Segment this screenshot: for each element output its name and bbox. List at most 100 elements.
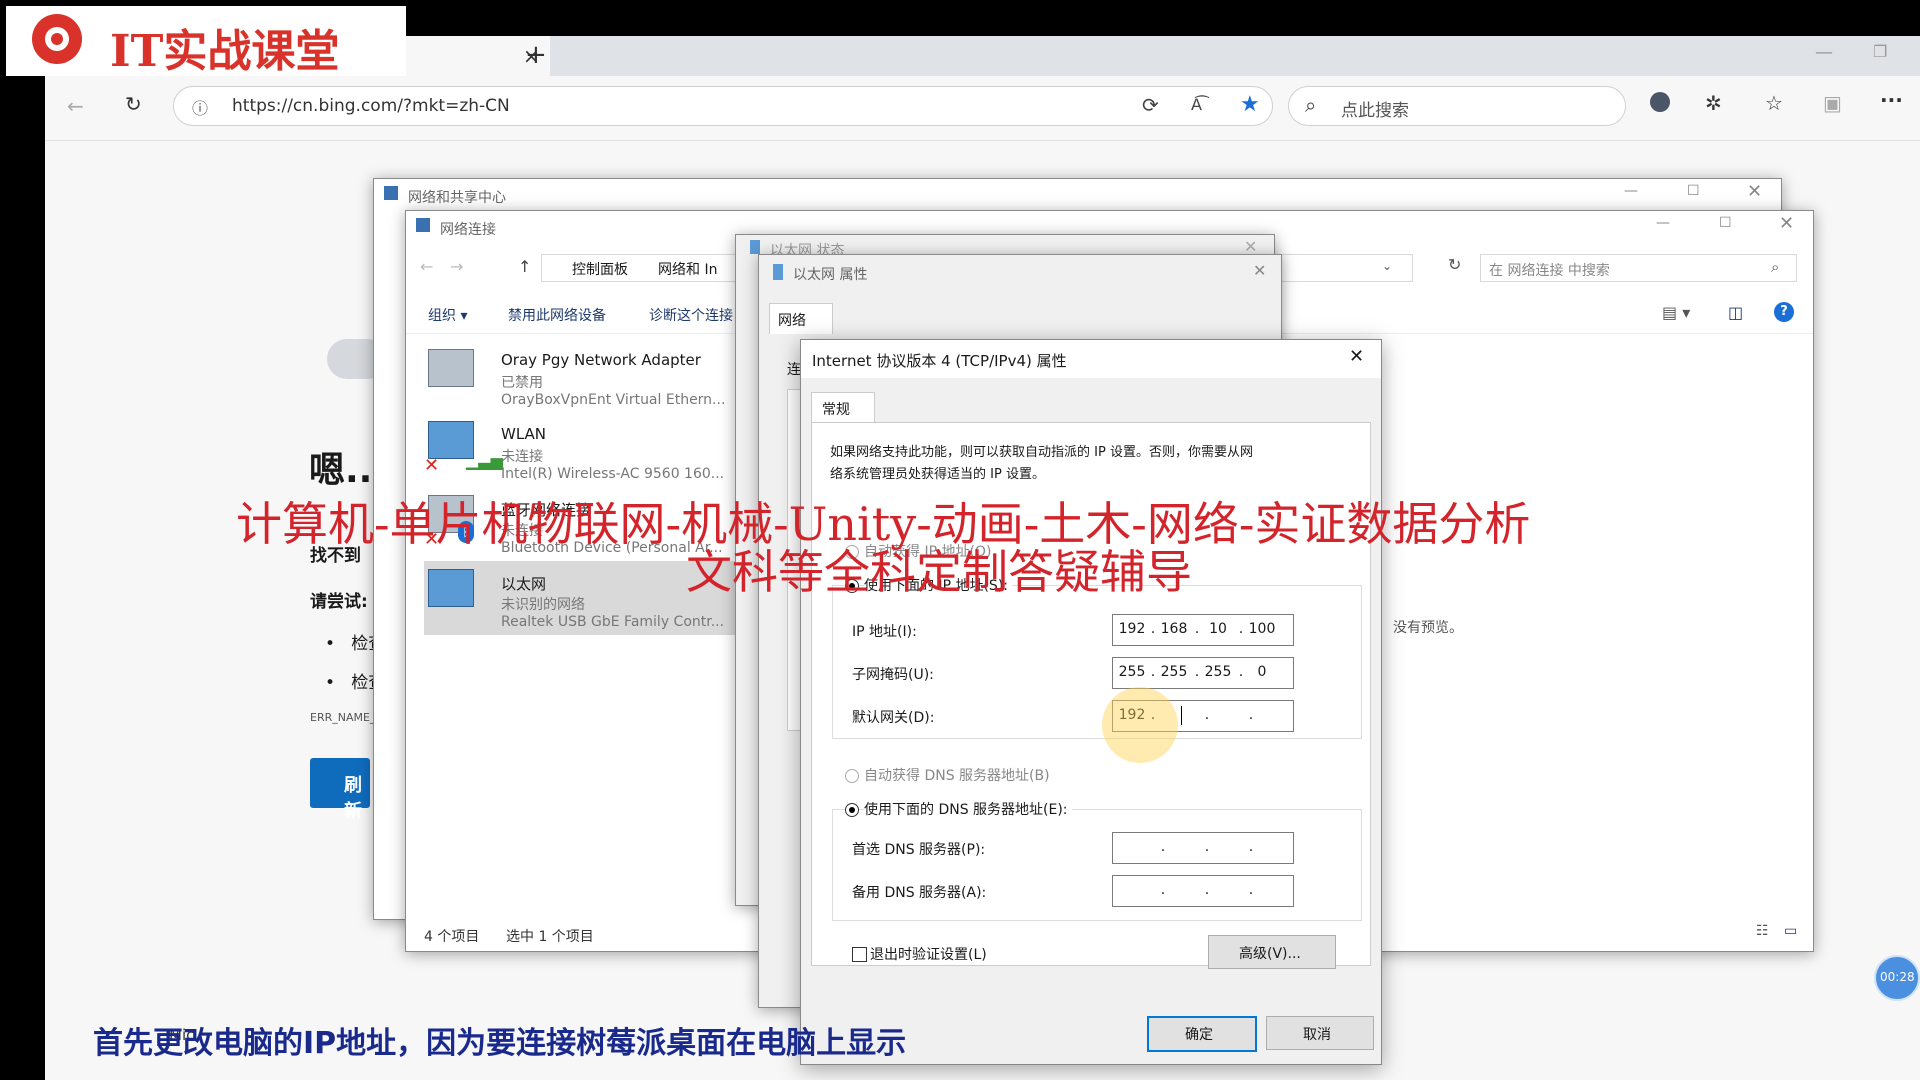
promo-overlay-line2: 文科等全科定制答疑辅导: [686, 545, 1192, 599]
adapter-name: Oray Pgy Network Adapter: [501, 351, 701, 369]
status-count: 4 个项目: [424, 929, 480, 945]
ok-button[interactable]: 确定: [1147, 1016, 1257, 1052]
forward-icon[interactable]: →: [450, 257, 463, 276]
preferred-dns-input[interactable]: ...: [1112, 832, 1294, 864]
new-tab-button[interactable]: +: [525, 40, 547, 70]
minimize-icon[interactable]: —: [1624, 183, 1638, 199]
app-available-icon[interactable]: ⟳: [1142, 93, 1159, 117]
tab-network[interactable]: 网络: [769, 303, 833, 334]
preferred-dns-label: 首选 DNS 服务器(P):: [852, 842, 986, 858]
adapter-name: 以太网: [501, 575, 547, 593]
help-icon[interactable]: ?: [1774, 302, 1794, 322]
network-icon: [384, 186, 398, 200]
window-title: 以太网 属性: [793, 267, 868, 283]
back-icon[interactable]: ←: [420, 257, 433, 276]
adapter-status: 未连接: [501, 449, 543, 465]
collections-icon[interactable]: ▣: [1823, 91, 1842, 115]
refresh-button[interactable]: 刷新: [310, 758, 370, 822]
url-text[interactable]: https://cn.bing.com/?mkt=zh-CN: [232, 96, 510, 116]
extensions-icon[interactable]: ✲: [1705, 91, 1722, 115]
alternate-dns-label: 备用 DNS 服务器(A):: [852, 885, 987, 901]
no-preview-text: 没有预览。: [1393, 620, 1463, 636]
try-label: 请尝试:: [310, 592, 368, 612]
search-placeholder: 点此搜索: [1341, 101, 1409, 121]
info-icon[interactable]: ⓘ: [192, 95, 208, 119]
adapter-item[interactable]: Oray Pgy Network Adapter 已禁用 OrayBoxVpnE…: [424, 339, 744, 413]
auto-dns-label[interactable]: 自动获得 DNS 服务器地址(B): [864, 765, 1050, 785]
description-line: 络系统管理员处获得适当的 IP 设置。: [830, 467, 1045, 482]
adapter-status: 已禁用: [501, 375, 543, 391]
window-title: 网络和共享中心: [408, 190, 506, 206]
ip-address-label: IP 地址(I):: [852, 624, 917, 640]
subnet-mask-input[interactable]: 255. 255. 255. 0: [1112, 657, 1294, 689]
disable-device-button[interactable]: 禁用此网络设备: [508, 305, 606, 325]
manual-dns-radio[interactable]: [845, 803, 859, 817]
address-bar-row: ← ↻ ⓘ https://cn.bing.com/?mkt=zh-CN ⟳ A…: [45, 76, 1920, 141]
favorites-icon[interactable]: ☆: [1765, 91, 1783, 115]
status-selected: 选中 1 个项目: [506, 929, 594, 945]
computer-icon: [428, 349, 474, 387]
channel-logo: IT实战课堂: [6, 6, 406, 77]
diagnose-button[interactable]: 诊断这个连接: [649, 305, 733, 325]
manual-dns-label[interactable]: 使用下面的 DNS 服务器地址(E):: [864, 799, 1072, 819]
refresh-icon[interactable]: ↻: [1448, 255, 1461, 274]
alternate-dns-input[interactable]: ...: [1112, 875, 1294, 907]
subnet-mask-label: 子网掩码(U):: [852, 667, 934, 683]
preview-pane-icon[interactable]: ◫: [1728, 303, 1743, 322]
auto-dns-radio[interactable]: [845, 769, 859, 783]
search-input[interactable]: 在 网络连接 中搜索 ⌕: [1480, 254, 1797, 282]
timer-badge: 00:28: [1874, 955, 1920, 1001]
back-icon[interactable]: ←: [67, 94, 84, 118]
breadcrumb-item[interactable]: 控制面板: [572, 259, 628, 279]
tiles-view-icon[interactable]: ▭: [1784, 923, 1797, 939]
text-cursor: [1181, 706, 1182, 725]
maximize-icon[interactable]: ☐: [1719, 215, 1732, 231]
signal-bars-icon: ▁▃▅: [466, 451, 503, 470]
minimize-icon[interactable]: —: [1815, 42, 1833, 63]
close-icon[interactable]: ✕: [1253, 261, 1266, 280]
logo-icon: [32, 14, 82, 64]
read-aloud-icon[interactable]: A͡: [1191, 95, 1202, 114]
tab-general[interactable]: 常规: [811, 392, 875, 423]
adapter-item[interactable]: ✕ ▁▃▅ WLAN 未连接 Intel(R) Wireless-AC 9560…: [424, 413, 744, 487]
adapter-device: Intel(R) Wireless-AC 9560 160...: [501, 466, 725, 482]
computer-icon: [428, 569, 474, 607]
history-dropdown-icon[interactable]: ⌄: [1382, 259, 1392, 273]
default-gateway-label: 默认网关(D):: [852, 710, 935, 726]
url-box[interactable]: ⓘ https://cn.bing.com/?mkt=zh-CN ⟳ A͡ ★: [173, 86, 1273, 126]
partial-label: 连: [787, 362, 801, 378]
advanced-button[interactable]: 高级(V)...: [1208, 935, 1336, 969]
copilot-icon[interactable]: [1650, 92, 1670, 112]
minimize-icon[interactable]: —: [1656, 215, 1670, 231]
search-icon: ⌕: [1771, 258, 1780, 276]
details-view-icon[interactable]: ☷: [1756, 923, 1769, 939]
up-icon[interactable]: ↑: [518, 257, 531, 276]
description-line: 如果网络支持此功能，则可以获取自动指派的 IP 设置。否则，你需要从网: [830, 445, 1253, 460]
validate-label[interactable]: 退出时验证设置(L): [870, 944, 987, 964]
ip-address-input[interactable]: 192. 168. 10. 100: [1112, 614, 1294, 646]
ethernet-icon: [750, 240, 760, 254]
maximize-icon[interactable]: ☐: [1687, 183, 1700, 199]
close-icon[interactable]: ✕: [1349, 346, 1364, 367]
ethernet-icon: [773, 264, 783, 280]
search-box[interactable]: ⌕ 点此搜索: [1288, 86, 1626, 126]
validate-checkbox[interactable]: [852, 947, 867, 962]
view-options-icon[interactable]: ▤ ▾: [1662, 303, 1690, 322]
dialog-titlebar: Internet 协议版本 4 (TCP/IPv4) 属性 ✕: [801, 340, 1381, 378]
error-code: ERR_NAME_: [310, 711, 376, 724]
ipv4-properties-dialog: Internet 协议版本 4 (TCP/IPv4) 属性 ✕ 常规 如果网络支…: [800, 339, 1382, 1065]
breadcrumb-item[interactable]: 网络和 In: [658, 259, 717, 279]
close-icon[interactable]: ✕: [1747, 181, 1762, 202]
refresh-icon[interactable]: ↻: [125, 92, 142, 116]
favorite-star-icon[interactable]: ★: [1240, 92, 1260, 117]
cancel-button[interactable]: 取消: [1266, 1016, 1374, 1050]
dialog-title: Internet 协议版本 4 (TCP/IPv4) 属性: [812, 352, 1067, 370]
click-highlight: [1102, 687, 1178, 763]
adapter-device: OrayBoxVpnEnt Virtual Ethern...: [501, 392, 726, 408]
close-icon[interactable]: ✕: [1779, 213, 1794, 234]
organize-menu[interactable]: 组织 ▾: [428, 305, 467, 325]
more-icon[interactable]: ···: [1880, 88, 1903, 112]
restore-icon[interactable]: ❐: [1873, 42, 1887, 61]
adapter-name: WLAN: [501, 425, 547, 443]
window-title: 网络连接: [440, 222, 496, 238]
